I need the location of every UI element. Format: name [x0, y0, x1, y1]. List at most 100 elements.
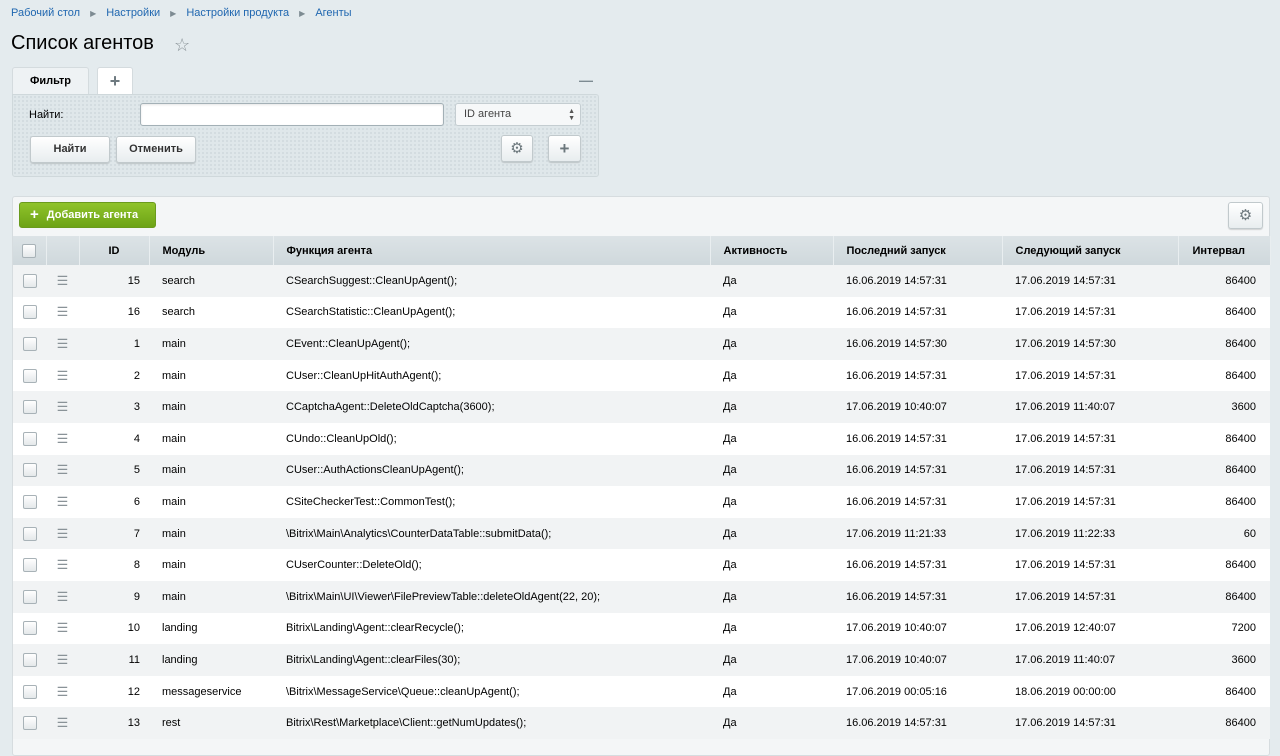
column-header-function[interactable]: Функция агента: [273, 236, 711, 265]
row-menu-cell[interactable]: ☰: [46, 391, 79, 423]
row-menu-cell[interactable]: ☰: [46, 580, 79, 613]
column-header-next-run[interactable]: Следующий запуск: [1002, 236, 1179, 265]
table-row[interactable]: ☰ 9 main \Bitrix\Main\UI\Viewer\FilePreview…: [13, 580, 1270, 613]
row-checkbox[interactable]: [22, 336, 37, 351]
row-checkbox[interactable]: [22, 494, 37, 509]
row-menu-cell[interactable]: ☰: [46, 549, 79, 581]
row-checkbox[interactable]: [22, 621, 37, 636]
hamburger-menu-icon[interactable]: ☰: [57, 620, 69, 635]
row-menu-cell[interactable]: ☰: [46, 517, 79, 550]
row-checkbox[interactable]: [22, 431, 37, 446]
table-row[interactable]: ☰ 4 main CUndo::CleanUpOld(); Да 16.06.2019 1…: [13, 422, 1270, 455]
table-row[interactable]: ☰ 7 main \Bitrix\Main\Analytics\CounterData…: [13, 517, 1270, 550]
filter-field-select[interactable]: ID агента ▲ ▼: [455, 103, 581, 126]
row-menu-cell[interactable]: ☰: [46, 359, 79, 392]
hamburger-menu-icon[interactable]: ☰: [57, 336, 69, 351]
row-checkbox-cell[interactable]: [13, 328, 46, 360]
row-menu-cell[interactable]: ☰: [46, 296, 79, 329]
row-menu-cell[interactable]: ☰: [46, 644, 79, 676]
column-header-module[interactable]: Модуль: [149, 236, 274, 265]
hamburger-menu-icon[interactable]: ☰: [57, 273, 69, 288]
hamburger-menu-icon[interactable]: ☰: [57, 494, 69, 509]
table-row[interactable]: ☰ 5 main CUser::AuthActionsCleanUpAgent(); Д…: [13, 454, 1270, 487]
row-checkbox[interactable]: [22, 400, 37, 415]
cancel-button[interactable]: Отменить: [116, 136, 196, 163]
hamburger-menu-icon[interactable]: ☰: [57, 431, 69, 446]
table-row[interactable]: ☰ 11 landing Bitrix\Landing\Agent::clearFil…: [13, 644, 1270, 676]
table-row[interactable]: ☰ 13 rest Bitrix\Rest\Marketplace\Client::g…: [13, 707, 1270, 739]
table-row[interactable]: ☰ 6 main CSiteCheckerTest::CommonTest(); Да 1…: [13, 486, 1270, 518]
hamburger-menu-icon[interactable]: ☰: [57, 526, 69, 541]
row-checkbox-cell[interactable]: [13, 644, 46, 676]
row-checkbox[interactable]: [22, 684, 37, 699]
breadcrumb-product-settings[interactable]: Настройки продукта: [186, 7, 289, 19]
hamburger-menu-icon[interactable]: ☰: [57, 368, 69, 383]
hamburger-menu-icon[interactable]: ☰: [57, 715, 69, 730]
row-checkbox-cell[interactable]: [13, 422, 46, 455]
row-menu-cell[interactable]: ☰: [46, 454, 79, 487]
table-row[interactable]: ☰ 10 landing Bitrix\Landing\Agent::clearRec…: [13, 612, 1270, 645]
select-all-checkbox-cell[interactable]: [13, 236, 47, 265]
row-menu-cell[interactable]: ☰: [46, 486, 79, 518]
row-menu-cell[interactable]: ☰: [46, 265, 79, 297]
row-checkbox-cell[interactable]: [13, 391, 46, 423]
column-header-interval[interactable]: Интервал: [1178, 236, 1271, 265]
table-row[interactable]: ☰ 15 search CSearchSuggest::CleanUpAgent();…: [13, 265, 1270, 297]
tab-filter[interactable]: Фильтр: [12, 67, 89, 94]
hamburger-menu-icon[interactable]: ☰: [57, 589, 69, 604]
add-filter-field-button[interactable]: +: [548, 135, 581, 162]
find-button[interactable]: Найти: [30, 136, 110, 163]
row-checkbox[interactable]: [22, 589, 37, 604]
table-row[interactable]: ☰ 1 main CEvent::CleanUpAgent(); Да 16.06.201…: [13, 328, 1270, 360]
hamburger-menu-icon[interactable]: ☰: [57, 304, 69, 319]
add-agent-button[interactable]: + Добавить агента: [19, 202, 156, 228]
row-checkbox-cell[interactable]: [13, 707, 46, 739]
minimize-icon[interactable]: —: [579, 72, 593, 88]
column-header-active[interactable]: Активность: [710, 236, 834, 265]
row-checkbox-cell[interactable]: [13, 265, 46, 297]
filter-settings-button[interactable]: ⚙: [501, 135, 533, 162]
row-checkbox[interactable]: [22, 368, 37, 383]
row-checkbox[interactable]: [22, 463, 37, 478]
row-checkbox-cell[interactable]: [13, 517, 46, 550]
breadcrumb-desktop[interactable]: Рабочий стол: [11, 7, 80, 19]
hamburger-menu-icon[interactable]: ☰: [57, 684, 69, 699]
table-row[interactable]: ☰ 16 search CSearchStatistic::CleanUpAgent(…: [13, 296, 1270, 329]
column-header-id[interactable]: ID: [79, 236, 150, 265]
row-checkbox-cell[interactable]: [13, 549, 46, 581]
row-checkbox[interactable]: [22, 305, 37, 320]
table-row[interactable]: ☰ 2 main CUser::CleanUpHitAuthAgent(); Да 16.…: [13, 359, 1270, 392]
row-checkbox[interactable]: [22, 652, 37, 667]
row-menu-cell[interactable]: ☰: [46, 612, 79, 645]
select-all-checkbox[interactable]: [22, 243, 37, 258]
breadcrumb-agents[interactable]: Агенты: [315, 7, 351, 19]
table-row[interactable]: ☰ 12 messageservice \Bitrix\MessageService\…: [13, 675, 1270, 708]
row-checkbox-cell[interactable]: [13, 612, 46, 645]
hamburger-menu-icon[interactable]: ☰: [57, 557, 69, 572]
row-menu-cell[interactable]: ☰: [46, 675, 79, 708]
search-input[interactable]: [140, 103, 444, 126]
star-icon[interactable]: ☆: [174, 35, 190, 56]
row-checkbox-cell[interactable]: [13, 486, 46, 518]
row-checkbox[interactable]: [22, 716, 37, 731]
row-checkbox[interactable]: [22, 273, 37, 288]
hamburger-menu-icon[interactable]: ☰: [57, 462, 69, 477]
row-checkbox-cell[interactable]: [13, 675, 46, 708]
row-menu-cell[interactable]: ☰: [46, 422, 79, 455]
row-checkbox-cell[interactable]: [13, 359, 46, 392]
row-menu-cell[interactable]: ☰: [46, 328, 79, 360]
table-row[interactable]: ☰ 8 main CUserCounter::DeleteOld(); Да 16.06.…: [13, 549, 1270, 581]
hamburger-menu-icon[interactable]: ☰: [57, 652, 69, 667]
row-checkbox[interactable]: [22, 558, 37, 573]
row-checkbox-cell[interactable]: [13, 454, 46, 487]
column-header-last-run[interactable]: Последний запуск: [833, 236, 1003, 265]
row-checkbox[interactable]: [22, 526, 37, 541]
table-row[interactable]: ☰ 3 main CCaptchaAgent::DeleteOldCaptcha(36…: [13, 391, 1270, 423]
row-menu-cell[interactable]: ☰: [46, 707, 79, 739]
hamburger-menu-icon[interactable]: ☰: [57, 399, 69, 414]
row-checkbox-cell[interactable]: [13, 296, 46, 329]
add-filter-tab-button[interactable]: +: [97, 67, 133, 94]
row-checkbox-cell[interactable]: [13, 580, 46, 613]
list-settings-button[interactable]: ⚙: [1228, 202, 1263, 229]
breadcrumb-settings[interactable]: Настройки: [106, 7, 160, 19]
